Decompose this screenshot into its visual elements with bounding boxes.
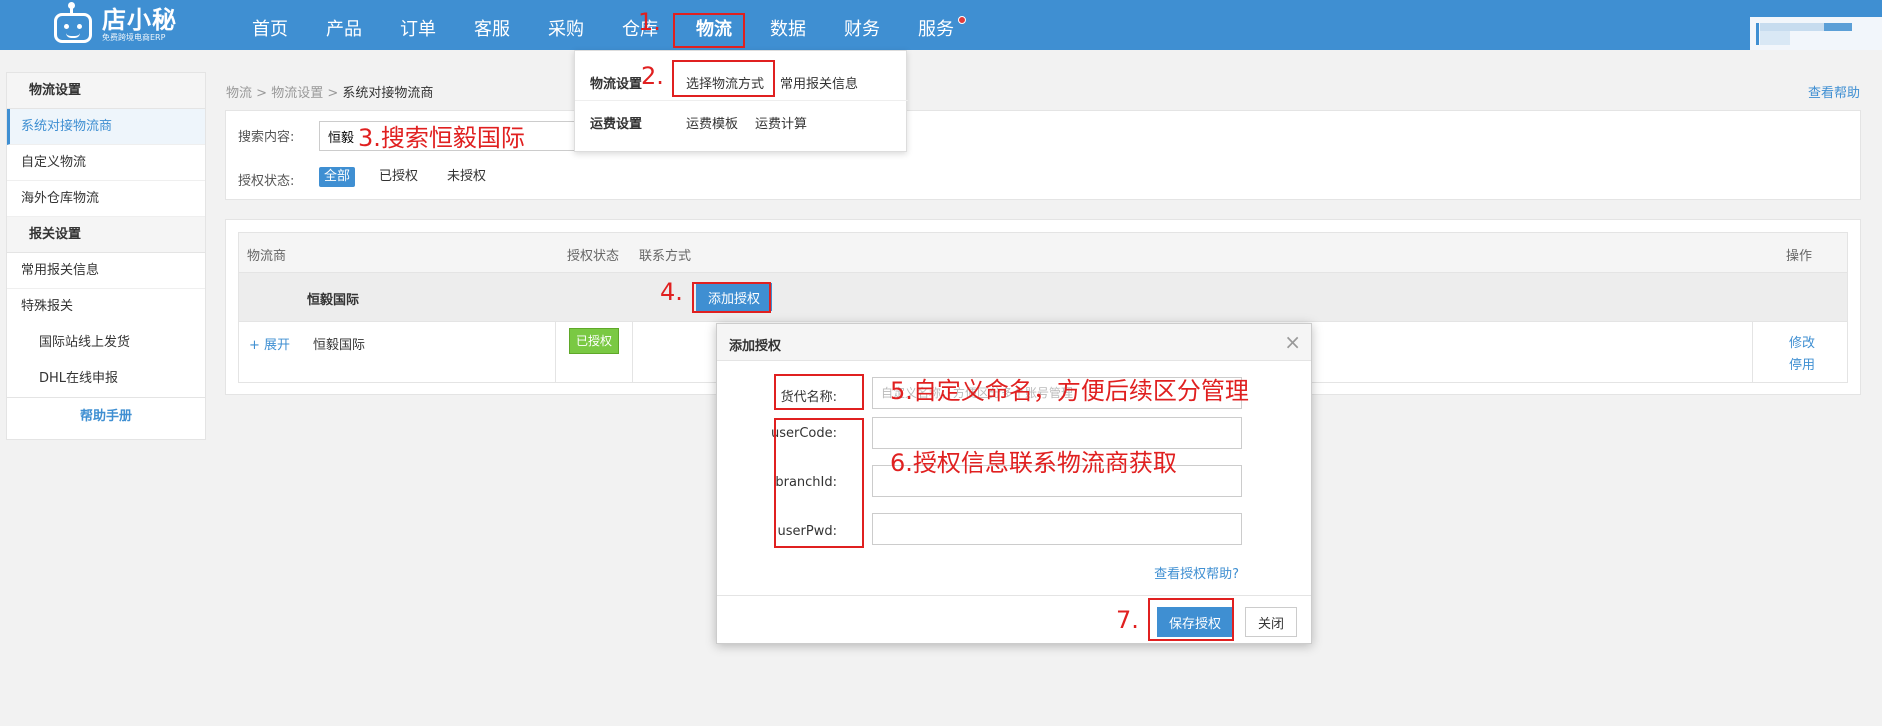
sidebar-item-dhl-declaration[interactable]: DHL在线申报 [7,361,205,397]
breadcrumb: 物流 > 物流设置 > 系统对接物流商 [226,82,433,101]
dropdown-row-freight-settings: 运费设置 运费模板 运费计算 [575,101,908,141]
sidebar-item-system-carriers[interactable]: 系统对接物流商 [7,109,205,145]
breadcrumb-separator: > [256,86,268,101]
dropdown-title-logistics-settings: 物流设置 [590,77,643,92]
sidebar-item-special-customs[interactable]: 特殊报关 [7,289,205,325]
close-icon[interactable]: × [1284,330,1301,354]
annotation-step-3: 3.搜索恒毅国际 [358,124,525,152]
breadcrumb-logistics[interactable]: 物流 [226,86,252,101]
branchid-label: branchId: [775,475,837,490]
userpwd-label: userPwd: [777,524,837,539]
header-contact: 联系方式 [639,249,692,264]
search-label: 搜索内容: [238,130,295,145]
nav-data[interactable]: 数据 [751,0,825,50]
sidebar-item-custom-logistics[interactable]: 自定义物流 [7,145,205,181]
sidebar-item-alibaba-shipping[interactable]: 国际站线上发货 [7,325,205,361]
nav-purchase[interactable]: 采购 [529,0,603,50]
sidebar-help-link[interactable]: 帮助手册 [7,397,205,435]
add-authorization-button[interactable]: 添加授权 [696,283,772,311]
user-account-area[interactable] [1750,17,1882,50]
nav-logistics[interactable]: 物流 [677,0,751,50]
header-operations: 操作 [1786,249,1813,264]
notification-dot-icon [958,16,966,24]
sidebar-section-logistics: 物流设置 [7,73,205,109]
dropdown-row-logistics-settings: 物流设置 选择物流方式 常用报关信息 [575,61,908,101]
header-carrier: 物流商 [247,249,287,264]
nav-home[interactable]: 首页 [233,0,307,50]
annotation-step-5: 5.自定义命名，方便后续区分管理 [890,377,1249,405]
usercode-input[interactable] [872,417,1242,449]
auth-help-link[interactable]: 查看授权帮助? [1154,563,1239,582]
header-auth-status: 授权状态 [567,249,620,264]
usercode-label: userCode: [770,426,837,441]
alias-label: 货代名称: [780,390,837,405]
dropdown-freight-template[interactable]: 运费模板 [686,113,738,132]
close-modal-button[interactable]: 关闭 [1245,607,1297,637]
dropdown-select-shipping-method[interactable]: 选择物流方式 [686,73,764,92]
modal-title: 添加授权 [729,339,782,354]
disable-link[interactable]: 停用 [1789,354,1815,373]
logistics-dropdown-menu: 物流设置 选择物流方式 常用报关信息 运费设置 运费模板 运费计算 [574,50,908,152]
nav-customer-service[interactable]: 客服 [455,0,529,50]
sidebar: 物流设置 系统对接物流商 自定义物流 海外仓库物流 报关设置 常用报关信息 特殊… [6,72,206,440]
auth-status-label: 授权状态: [238,174,295,189]
userpwd-input[interactable] [872,513,1242,545]
add-authorization-modal: 添加授权 × 货代名称: userCode: branchId: userPwd… [716,323,1312,644]
logo[interactable]: 店小秘 免费跨境电商ERP [50,0,177,50]
sidebar-item-overseas-warehouse[interactable]: 海外仓库物流 [7,181,205,217]
logo-subtitle: 免费跨境电商ERP [102,33,166,42]
dropdown-freight-calculator[interactable]: 运费计算 [755,113,807,132]
row-carrier-name: 恒毅国际 [313,338,366,353]
save-authorization-button[interactable]: 保存授权 [1157,607,1233,637]
dropdown-title-freight-settings: 运费设置 [590,117,643,132]
breadcrumb-current: 系统对接物流商 [342,86,434,101]
breadcrumb-logistics-settings[interactable]: 物流设置 [271,86,323,101]
sidebar-section-customs: 报关设置 [7,217,205,253]
nav-services[interactable]: 服务 [899,0,973,50]
status-filter-unauthorized[interactable]: 未授权 [442,167,491,187]
carrier-group-row: 恒毅国际 添加授权 [239,273,1847,322]
edit-link[interactable]: 修改 [1789,332,1815,351]
annotation-step-1: 1. [638,8,661,36]
sidebar-item-customs-info[interactable]: 常用报关信息 [7,253,205,289]
annotation-step-4: 4. [660,278,683,306]
nav-products[interactable]: 产品 [307,0,381,50]
status-filter-authorized[interactable]: 已授权 [374,167,423,187]
breadcrumb-separator: > [327,86,339,101]
annotation-step-2: 2. [641,62,664,90]
modal-header: 添加授权 × [717,324,1311,361]
nav-orders[interactable]: 订单 [381,0,455,50]
table-header: 物流商 授权状态 联系方式 操作 [239,233,1847,273]
nav-finance[interactable]: 财务 [825,0,899,50]
expand-link[interactable]: + 展开 [249,334,290,353]
annotation-step-6: 6.授权信息联系物流商获取 [890,449,1177,477]
modal-footer: 保存授权 关闭 [717,595,1311,643]
annotation-step-7: 7. [1116,606,1139,634]
view-help-link[interactable]: 查看帮助 [1808,82,1860,101]
logo-name: 店小秘 [102,6,177,34]
dropdown-customs-info[interactable]: 常用报关信息 [780,73,858,92]
robot-logo-icon [50,2,96,45]
top-nav-bar: 店小秘 免费跨境电商ERP 首页 产品 订单 客服 采购 仓库 物流 数据 财务… [0,0,1882,50]
status-filter-all[interactable]: 全部 [319,167,356,187]
authorized-status-badge: 已授权 [569,328,619,354]
main-nav: 首页 产品 订单 客服 采购 仓库 物流 数据 财务 服务 [233,0,973,50]
group-carrier-name: 恒毅国际 [307,293,360,308]
